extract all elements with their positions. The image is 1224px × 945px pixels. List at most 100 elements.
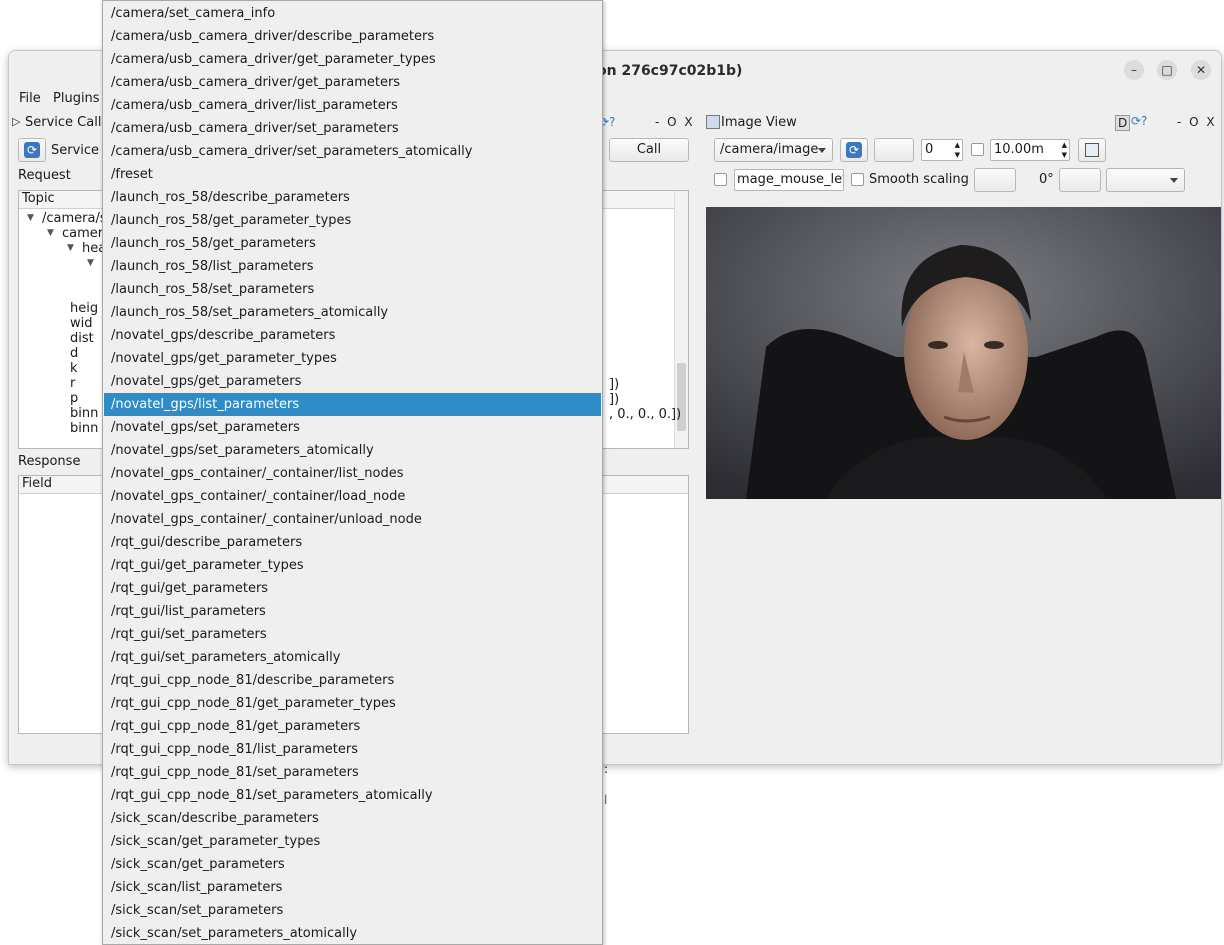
- image-topic-value: /camera/image: [720, 142, 819, 157]
- dropdown-option[interactable]: /novatel_gps/get_parameter_types: [104, 347, 601, 370]
- dropdown-option[interactable]: /camera/usb_camera_driver/set_parameters: [104, 117, 601, 140]
- expand-triangle-icon[interactable]: ▼: [47, 228, 54, 238]
- request-tree-row[interactable]: r: [70, 376, 75, 391]
- spin-arrows-icon[interactable]: ▲ ▼: [1062, 140, 1067, 160]
- chevron-down-icon: [818, 148, 826, 153]
- camera-image-content: [706, 207, 1221, 499]
- dropdown-option[interactable]: /launch_ros_58/describe_parameters: [104, 186, 601, 209]
- service-caller-dock-controls[interactable]: - O X: [655, 115, 695, 129]
- refresh-icon: ⟳: [846, 142, 862, 158]
- request-tree-row[interactable]: p: [70, 391, 78, 406]
- dropdown-option[interactable]: /novatel_gps_container/_container/unload…: [104, 508, 601, 531]
- request-tree-row[interactable]: d: [70, 346, 78, 361]
- dropdown-option[interactable]: /novatel_gps/list_parameters: [104, 393, 601, 416]
- rotation-label: 0°: [1039, 172, 1054, 187]
- request-tree-row[interactable]: wid: [70, 316, 93, 331]
- call-button[interactable]: Call: [609, 138, 689, 162]
- dropdown-option[interactable]: /rqt_gui/list_parameters: [104, 600, 601, 623]
- dropdown-option[interactable]: /novatel_gps/set_parameters_atomically: [104, 439, 601, 462]
- dropdown-option[interactable]: /camera/usb_camera_driver/describe_param…: [104, 25, 601, 48]
- dropdown-option[interactable]: /freset: [104, 163, 601, 186]
- image-topic-combo[interactable]: /camera/image: [714, 138, 833, 162]
- dropdown-option[interactable]: /launch_ros_58/get_parameters: [104, 232, 601, 255]
- dropdown-option[interactable]: /rqt_gui_cpp_node_81/list_parameters: [104, 738, 601, 761]
- dropdown-option[interactable]: /rqt_gui/get_parameters: [104, 577, 601, 600]
- spin-arrows-icon[interactable]: ▲ ▼: [955, 140, 960, 160]
- dropdown-option[interactable]: /sick_scan/get_parameters: [104, 853, 601, 876]
- request-tree-row[interactable]: dist: [70, 331, 94, 346]
- menu-file[interactable]: File: [19, 91, 41, 106]
- mouse-topic-field[interactable]: mage_mouse_left: [734, 169, 844, 191]
- dropdown-option[interactable]: /camera/usb_camera_driver/get_parameters: [104, 71, 601, 94]
- duration-checkbox[interactable]: [971, 143, 984, 156]
- dropdown-option[interactable]: /rqt_gui/set_parameters: [104, 623, 601, 646]
- request-tree-row[interactable]: k: [70, 361, 78, 376]
- dropdown-option[interactable]: /sick_scan/describe_parameters: [104, 807, 601, 830]
- value-fragment: , 0., 0., 0.]): [609, 407, 682, 422]
- expand-triangle-icon[interactable]: ▼: [27, 213, 34, 223]
- background-fragment: l: [604, 793, 608, 807]
- request-tree-row[interactable]: binn: [70, 406, 98, 421]
- dropdown-option[interactable]: /rqt_gui/describe_parameters: [104, 531, 601, 554]
- dropdown-option[interactable]: /sick_scan/get_parameter_types: [104, 830, 601, 853]
- service-dropdown-list[interactable]: /camera/set_camera_info/camera/usb_camer…: [102, 0, 603, 945]
- dropdown-option[interactable]: /camera/usb_camera_driver/get_parameter_…: [104, 48, 601, 71]
- d-badge[interactable]: D: [1115, 115, 1131, 131]
- maximize-button[interactable]: □: [1157, 60, 1177, 80]
- smooth-scaling-checkbox[interactable]: [851, 173, 864, 186]
- dropdown-option[interactable]: /launch_ros_58/set_parameters: [104, 278, 601, 301]
- rotate-right-button[interactable]: [1059, 168, 1101, 192]
- dropdown-option[interactable]: /rqt_gui_cpp_node_81/describe_parameters: [104, 669, 601, 692]
- dropdown-option[interactable]: /launch_ros_58/get_parameter_types: [104, 209, 601, 232]
- color-scheme-combo[interactable]: [1106, 168, 1185, 192]
- dropdown-option[interactable]: /sick_scan/set_parameters: [104, 899, 601, 922]
- dropdown-option[interactable]: /camera/usb_camera_driver/set_parameters…: [104, 140, 601, 163]
- dropdown-option[interactable]: /novatel_gps_container/_container/load_n…: [104, 485, 601, 508]
- image-view-dock-controls[interactable]: - O X: [1177, 115, 1217, 129]
- dropdown-option[interactable]: /novatel_gps/describe_parameters: [104, 324, 601, 347]
- refresh-topics-button[interactable]: ⟳: [840, 138, 868, 162]
- dropdown-option[interactable]: /rqt_gui_cpp_node_81/set_parameters_atom…: [104, 784, 601, 807]
- duration-spin-box[interactable]: 10.00m ▲ ▼: [990, 139, 1070, 161]
- chevron-down-icon: [1170, 178, 1178, 183]
- blank-button[interactable]: [874, 138, 914, 162]
- dropdown-option[interactable]: /rqt_gui_cpp_node_81/get_parameters: [104, 715, 601, 738]
- background-fragment: :: [604, 762, 609, 776]
- dropdown-option[interactable]: /rqt_gui_cpp_node_81/get_parameter_types: [104, 692, 601, 715]
- dropdown-option[interactable]: /launch_ros_58/set_parameters_atomically: [104, 301, 601, 324]
- refresh-services-button[interactable]: ⟳: [18, 138, 46, 162]
- dropdown-option[interactable]: /camera/usb_camera_driver/list_parameter…: [104, 94, 601, 117]
- save-icon: [1085, 143, 1099, 157]
- dropdown-option[interactable]: /sick_scan/set_parameters_atomically: [104, 922, 601, 944]
- value-fragment: ]): [609, 392, 620, 407]
- dropdown-option[interactable]: /rqt_gui/set_parameters_atomically: [104, 646, 601, 669]
- dropdown-option[interactable]: /rqt_gui/get_parameter_types: [104, 554, 601, 577]
- duration-value: 10.00m: [994, 142, 1044, 157]
- rotate-left-button[interactable]: [974, 168, 1016, 192]
- expand-triangle-icon[interactable]: ▼: [67, 243, 74, 253]
- dropdown-option[interactable]: /sick_scan/list_parameters: [104, 876, 601, 899]
- mouse-click-checkbox[interactable]: [714, 173, 727, 186]
- dropdown-option[interactable]: /launch_ros_58/list_parameters: [104, 255, 601, 278]
- dropdown-option[interactable]: /camera/set_camera_info: [104, 2, 601, 25]
- save-image-button[interactable]: [1078, 138, 1106, 162]
- spin-box[interactable]: 0 ▲ ▼: [921, 139, 963, 161]
- image-view-title: Image View: [721, 115, 797, 130]
- image-view-help-icon[interactable]: ⟳?: [1131, 114, 1147, 128]
- dropdown-option[interactable]: /rqt_gui_cpp_node_81/set_parameters: [104, 761, 601, 784]
- collapse-triangle-icon[interactable]: ▷: [12, 115, 20, 128]
- smooth-scaling-label: Smooth scaling: [869, 172, 969, 187]
- service-caller-title: Service Calle: [25, 115, 110, 130]
- close-button[interactable]: ✕: [1191, 60, 1211, 80]
- value-fragment: ]): [609, 377, 620, 392]
- spin-box-value: 0: [925, 142, 934, 157]
- dropdown-option[interactable]: /novatel_gps/set_parameters: [104, 416, 601, 439]
- dropdown-option[interactable]: /novatel_gps_container/_container/list_n…: [104, 462, 601, 485]
- request-tree-row[interactable]: binn: [70, 421, 98, 436]
- menu-plugins[interactable]: Plugins: [53, 91, 100, 106]
- dropdown-option[interactable]: /novatel_gps/get_parameters: [104, 370, 601, 393]
- request-tree-row[interactable]: heig: [70, 301, 98, 316]
- minimize-button[interactable]: –: [1124, 60, 1144, 80]
- expand-triangle-icon[interactable]: ▼: [87, 258, 94, 268]
- camera-image[interactable]: [706, 207, 1221, 499]
